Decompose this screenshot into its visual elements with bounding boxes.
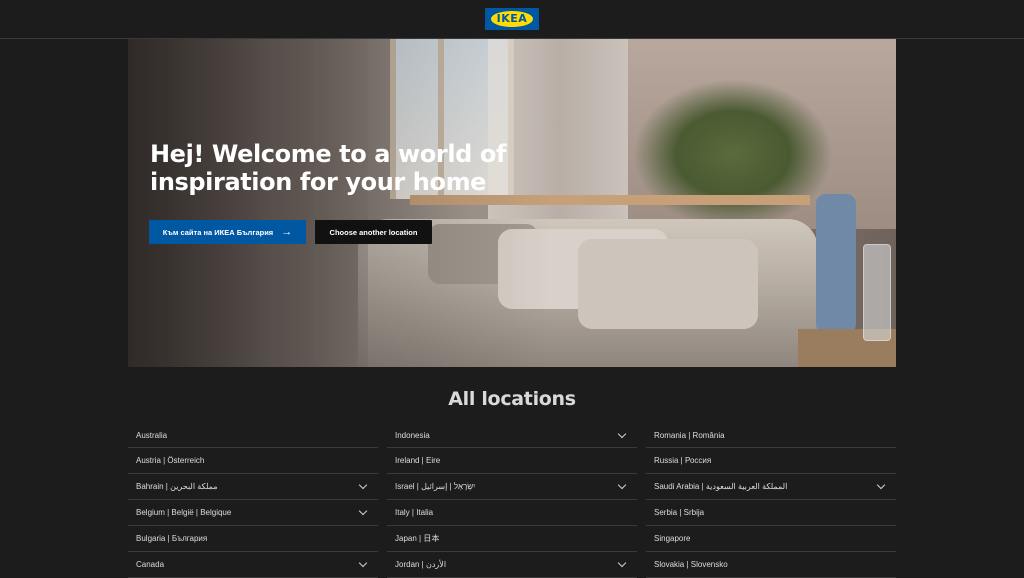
location-item[interactable]: Saudi Arabia | المملكة العربية السعودية — [646, 474, 896, 500]
location-label: Belgium | België | Belgique — [136, 508, 232, 517]
location-item[interactable]: Bulgaria | България — [128, 526, 378, 552]
location-item[interactable]: Romania | România — [646, 423, 896, 448]
location-label: Austria | Österreich — [136, 456, 205, 465]
location-item[interactable]: Russia | Россия — [646, 448, 896, 474]
hero-banner: Hej! Welcome to a world of inspiration f… — [128, 39, 896, 367]
top-bar: IKEA — [0, 0, 1024, 39]
choose-another-location-button[interactable]: Choose another location — [315, 220, 432, 244]
hero-title: Hej! Welcome to a world of inspiration f… — [150, 140, 507, 196]
chevron-down-icon[interactable] — [358, 506, 368, 516]
location-item[interactable]: Italy | Italia — [387, 500, 637, 526]
location-label: Indonesia — [395, 430, 430, 440]
location-item[interactable]: Bahrain | مملكة البحرين — [128, 474, 378, 500]
logo-text: IKEA — [490, 11, 534, 27]
location-item[interactable]: Singapore — [646, 526, 896, 552]
hero-shade — [128, 39, 896, 367]
location-item[interactable]: Japan | 日本 — [387, 526, 637, 552]
chevron-down-icon[interactable] — [358, 480, 368, 490]
location-item[interactable]: Canada — [128, 552, 378, 578]
locations-column-3: Romania | România Russia | Россия Saudi Ar… — [646, 423, 896, 578]
location-label: Bahrain | مملكة البحرين — [136, 482, 218, 491]
location-item[interactable]: Belgium | België | Belgique — [128, 500, 378, 526]
location-item[interactable]: Israel | יִשְׂרָאֵל | إسرائيل — [387, 474, 637, 500]
location-label: Israel | יִשְׂרָאֵל | إسرائيل — [395, 482, 476, 491]
location-label: Serbia | Srbija — [654, 508, 705, 517]
chevron-down-icon[interactable] — [617, 480, 627, 490]
chevron-down-icon[interactable] — [617, 558, 627, 568]
location-label: Saudi Arabia | المملكة العربية السعودية — [654, 482, 788, 491]
location-label: Russia | Россия — [654, 456, 712, 465]
location-label: Japan | 日本 — [395, 534, 440, 543]
location-label: Ireland | Eire — [395, 456, 441, 465]
go-to-bulgaria-site-button[interactable]: Към сайта на ИКЕА България → — [149, 220, 306, 244]
ikea-logo[interactable]: IKEA — [485, 8, 539, 30]
location-label: Australia — [136, 430, 168, 440]
location-item[interactable]: Indonesia — [387, 423, 637, 448]
locations-column-1: Australia Austria | Österreich Bahrain | م… — [128, 423, 378, 578]
location-label: Jordan | الأردن — [395, 560, 447, 569]
location-item[interactable]: Australia — [128, 423, 378, 448]
location-label: Romania | România — [654, 430, 725, 440]
location-label: Bulgaria | България — [136, 534, 208, 543]
locations-column-2: Indonesia Ireland | Eire Israel | יִשְׂרָא… — [387, 423, 637, 578]
location-label: Slovakia | Slovensko — [654, 560, 728, 569]
primary-button-label: Към сайта на ИКЕА България — [162, 227, 274, 237]
chevron-down-icon[interactable] — [876, 480, 886, 490]
all-locations-title: All locations — [448, 388, 576, 410]
location-label: Canada — [136, 560, 165, 569]
location-label: Italy | Italia — [395, 508, 434, 517]
arrow-right-icon: → — [281, 226, 293, 238]
location-item[interactable]: Austria | Österreich — [128, 448, 378, 474]
chevron-down-icon[interactable] — [358, 558, 368, 568]
location-item[interactable]: Jordan | الأردن — [387, 552, 637, 578]
location-item[interactable]: Slovakia | Slovensko — [646, 552, 896, 578]
location-item[interactable]: Serbia | Srbija — [646, 500, 896, 526]
chevron-down-icon[interactable] — [617, 429, 627, 438]
location-label: Singapore — [654, 534, 691, 543]
location-item[interactable]: Ireland | Eire — [387, 448, 637, 474]
